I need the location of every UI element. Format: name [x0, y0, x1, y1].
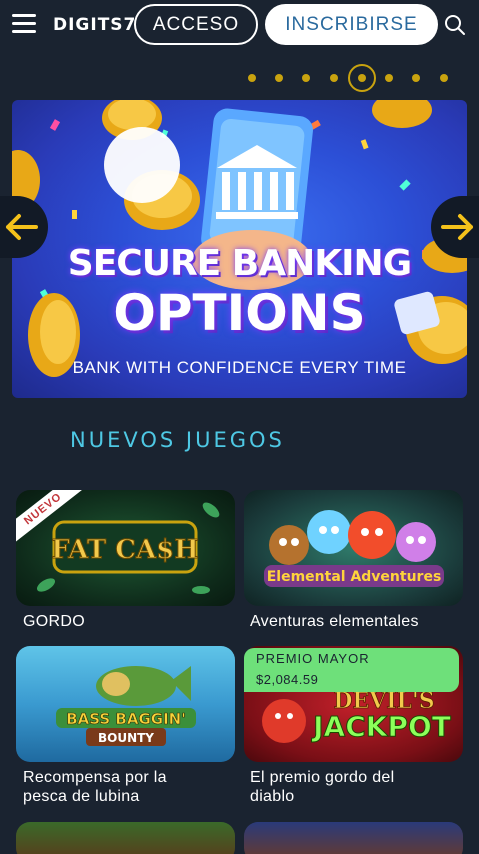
carousel-dot[interactable] — [275, 74, 283, 82]
game-title[interactable]: Aventuras elementales — [250, 612, 419, 631]
game-art-title: FAT CA$H — [51, 535, 199, 565]
banner-title: SECURE BANKING — [67, 243, 412, 284]
game-art-subtitle: JACKPOT — [311, 710, 451, 743]
game-card-bass[interactable]: BASS BAGGIN' BOUNTY — [16, 646, 235, 762]
game-card-elemental[interactable]: Elemental Adventures — [244, 490, 463, 606]
game-card-partial[interactable] — [244, 822, 463, 854]
menu-icon[interactable] — [12, 14, 36, 34]
section-title: NUEVOS JUEGOS — [70, 428, 285, 452]
game-art-title: BASS BAGGIN' — [66, 710, 186, 728]
game-title[interactable]: El premio gordo del diablo — [250, 768, 394, 806]
game-title[interactable]: GORDO — [23, 612, 85, 631]
carousel-dot[interactable] — [385, 74, 393, 82]
carousel-dot[interactable] — [302, 74, 310, 82]
jackpot-amount: $2,084.59 — [256, 672, 319, 687]
top-header: DIGITS7 ACCESO INSCRIBIRSE — [0, 0, 479, 52]
game-title[interactable]: Recompensa por la pesca de lubina — [23, 768, 167, 806]
carousel-dot[interactable] — [248, 74, 256, 82]
arrow-left-icon — [6, 214, 38, 240]
arrow-right-icon — [441, 214, 473, 240]
game-card-partial[interactable] — [16, 822, 235, 854]
signup-button[interactable]: INSCRIBIRSE — [265, 4, 438, 45]
game-art: BASS BAGGIN' BOUNTY — [56, 666, 196, 746]
search-icon[interactable] — [444, 14, 466, 36]
carousel-dot[interactable] — [412, 74, 420, 82]
logo-text: DIGITS7 — [53, 15, 137, 35]
game-art-subtitle: BOUNTY — [98, 731, 154, 745]
banner-subtitle: BANK WITH CONFIDENCE EVERY TIME — [72, 358, 407, 377]
game-card-gordo[interactable]: FAT CA$H NUEVO — [16, 490, 235, 606]
login-button[interactable]: ACCESO — [134, 4, 258, 45]
game-title-line: El premio gordo del — [250, 769, 395, 786]
carousel-dots — [244, 64, 454, 92]
game-title-line: pesca de lubina — [23, 788, 140, 805]
game-title-line: diablo — [250, 788, 295, 805]
carousel-dot[interactable] — [330, 74, 338, 82]
jackpot-banner: PREMIO MAYOR $2,084.59 — [244, 648, 459, 692]
game-title-line: Recompensa por la — [23, 769, 167, 786]
carousel-dot[interactable] — [440, 74, 448, 82]
site-logo[interactable]: DIGITS7 — [53, 15, 136, 35]
banner-title-main: OPTIONS — [113, 284, 366, 342]
game-art: Elemental Adventures — [264, 510, 444, 587]
carousel-dot-active[interactable] — [348, 64, 376, 92]
game-art-title: Elemental Adventures — [267, 569, 442, 585]
jackpot-title: PREMIO MAYOR — [256, 651, 370, 666]
